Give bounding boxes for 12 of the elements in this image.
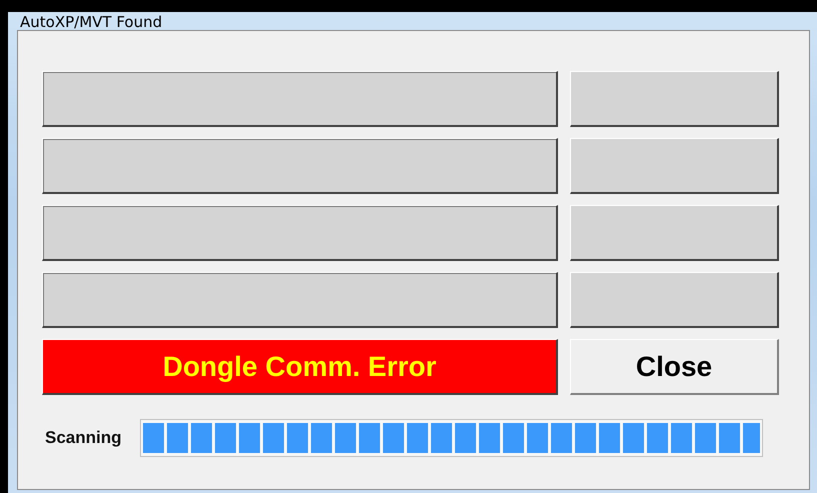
blank-button[interactable] [570,138,779,194]
blank-button[interactable] [570,71,779,127]
blank-button[interactable] [570,205,779,261]
blank-wide-button[interactable] [42,272,558,328]
error-message: Dongle Comm. Error [42,339,558,395]
window-title: AutoXP/MVT Found [19,12,164,30]
scanning-label: Scanning [45,428,122,448]
blank-wide-button[interactable] [42,205,558,261]
blank-wide-button[interactable] [42,71,558,127]
blank-wide-button[interactable] [42,138,558,194]
close-button[interactable]: Close [570,339,779,395]
blank-button[interactable] [570,272,779,328]
